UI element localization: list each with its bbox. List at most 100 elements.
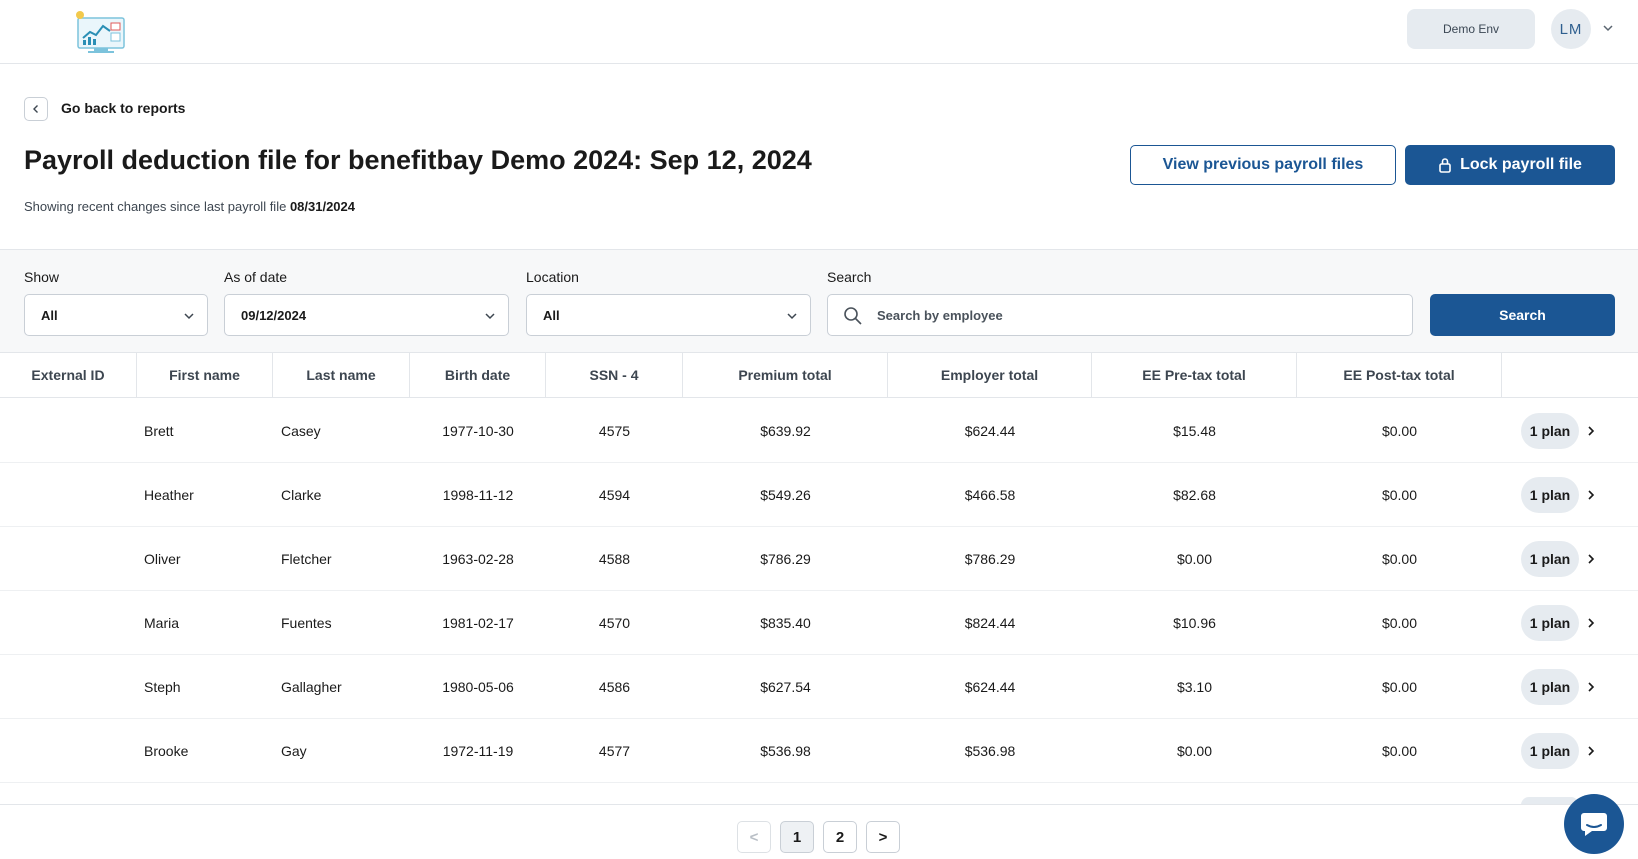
column-header-ssn-4[interactable]: SSN - 4 — [546, 353, 683, 397]
cell-external-id — [0, 463, 137, 527]
table-row[interactable]: Oliver Fletcher 1963-02-28 4588 $786.29 … — [0, 527, 1638, 591]
page-subtitle: Showing recent changes since last payrol… — [24, 199, 355, 214]
lock-payroll-file-button[interactable]: Lock payroll file — [1405, 145, 1615, 185]
cell-first-name: Heather — [144, 487, 194, 503]
plans-badge-button[interactable]: 1 plan — [1521, 413, 1579, 449]
plans-badge-button[interactable]: 1 plan — [1521, 669, 1579, 705]
plans-badge-button[interactable]: 1 plan — [1521, 477, 1579, 513]
cell-ee-post-tax-total: $0.00 — [1381, 615, 1418, 631]
location-select-value: All — [543, 307, 560, 323]
cell-employer-total: $786.29 — [964, 551, 1016, 567]
as-of-date-select[interactable]: 09/12/2024 — [224, 294, 509, 336]
column-header-birth-date[interactable]: Birth date — [410, 353, 546, 397]
cell-first-name: Maria — [144, 615, 180, 631]
cell-birth-date: 1998-11-12 — [442, 487, 514, 503]
chevron-left-icon — [33, 105, 38, 113]
table-row[interactable]: Maria Fuentes 1981-02-17 4570 $835.40 $8… — [0, 591, 1638, 655]
show-select-value: All — [41, 307, 58, 323]
cell-employer-total: $466.58 — [964, 487, 1016, 503]
chevron-down-icon — [184, 313, 194, 320]
cell-ssn-4: 4588 — [598, 551, 631, 567]
search-input[interactable]: Search by employee — [827, 294, 1413, 336]
cell-birth-date: 1972-11-19 — [442, 743, 514, 759]
cell-ee-post-tax-total: $0.00 — [1381, 423, 1418, 439]
cell-ssn-4: 4570 — [598, 615, 631, 631]
cell-employer-total: $624.44 — [964, 423, 1016, 439]
as-of-date-label: As of date — [224, 269, 288, 285]
plans-badge-button[interactable]: 1 plan — [1521, 541, 1579, 577]
table-row[interactable]: Heather Clarke 1998-11-12 4594 $549.26 $… — [0, 463, 1638, 527]
cell-birth-date: 1981-02-17 — [442, 615, 514, 631]
cell-premium-total: $786.29 — [760, 551, 811, 567]
pagination-page-2[interactable]: 2 — [823, 821, 857, 853]
column-header-ee-pre-tax-total[interactable]: EE Pre-tax total — [1092, 353, 1297, 397]
chevron-right-icon[interactable] — [1585, 745, 1597, 757]
cell-ee-post-tax-total: $0.00 — [1381, 551, 1418, 567]
table-row[interactable]: Steph Gallagher 1980-05-06 4586 $627.54 … — [0, 655, 1638, 719]
pagination-page-1[interactable]: 1 — [780, 821, 814, 853]
cell-ee-pre-tax-total: $10.96 — [1173, 615, 1216, 631]
location-select[interactable]: All — [526, 294, 811, 336]
show-filter-label: Show — [24, 269, 60, 285]
cell-last-name: Fuentes — [281, 615, 332, 631]
cell-external-id — [0, 655, 137, 719]
chevron-down-icon — [787, 313, 797, 320]
cell-ssn-4: 4586 — [598, 679, 631, 695]
view-previous-label: View previous payroll files — [1162, 156, 1364, 173]
cell-first-name: Brooke — [144, 743, 189, 759]
back-to-reports-link[interactable]: Go back to reports — [61, 100, 185, 116]
search-icon — [844, 307, 862, 325]
table-header: External ID First name Last name Birth d… — [0, 353, 1638, 398]
search-button[interactable]: Search — [1430, 294, 1615, 336]
column-header-employer-total[interactable]: Employer total — [888, 353, 1092, 397]
cell-premium-total: $835.40 — [760, 615, 811, 631]
plans-badge-button[interactable]: 1 plan — [1521, 733, 1579, 769]
chat-launcher-button[interactable] — [1564, 794, 1624, 854]
chevron-right-icon[interactable] — [1585, 489, 1597, 501]
pagination-next-button[interactable]: > — [866, 821, 900, 853]
environment-button[interactable]: Demo Env — [1407, 9, 1535, 49]
chevron-right-icon[interactable] — [1585, 425, 1597, 437]
cell-last-name: Gallagher — [281, 679, 342, 695]
search-filter-label: Search — [827, 269, 872, 285]
column-header-first-name[interactable]: First name — [137, 353, 273, 397]
show-select[interactable]: All — [24, 294, 208, 336]
cell-ee-post-tax-total: $0.00 — [1381, 679, 1418, 695]
cell-ee-post-tax-total: $0.00 — [1381, 743, 1418, 759]
subtitle-date: 08/31/2024 — [289, 199, 356, 214]
table-row[interactable]: Brooke Gay 1972-11-19 4577 $536.98 $536.… — [0, 719, 1638, 783]
cell-employer-total: $624.44 — [964, 679, 1016, 695]
chat-bubble-icon — [1581, 813, 1607, 836]
column-header-last-name[interactable]: Last name — [273, 353, 410, 397]
table-row[interactable]: Brett Casey 1977-10-30 4575 $639.92 $624… — [0, 399, 1638, 463]
cell-birth-date: 1977-10-30 — [442, 423, 514, 439]
logo-dashboard-monitor-icon[interactable] — [72, 10, 130, 56]
chevron-down-icon[interactable] — [1602, 22, 1614, 34]
cell-last-name: Clarke — [281, 487, 322, 503]
column-header-premium-total[interactable]: Premium total — [683, 353, 888, 397]
column-header-ee-post-tax-total[interactable]: EE Post-tax total — [1297, 353, 1502, 397]
cell-ee-pre-tax-total: $82.68 — [1173, 487, 1216, 503]
subtitle-text: Showing recent changes since last payrol… — [24, 199, 287, 214]
pagination-prev-button[interactable]: < — [737, 821, 771, 853]
cell-ssn-4: 4594 — [598, 487, 631, 503]
view-previous-payroll-files-button[interactable]: View previous payroll files — [1130, 145, 1396, 185]
cell-birth-date: 1963-02-28 — [442, 551, 514, 567]
chevron-down-icon — [485, 313, 495, 320]
chevron-right-icon[interactable] — [1585, 681, 1597, 693]
user-avatar[interactable]: LM — [1551, 9, 1591, 49]
cell-birth-date: 1980-05-06 — [442, 679, 514, 695]
lock-icon — [1439, 158, 1451, 173]
chevron-right-icon[interactable] — [1585, 553, 1597, 565]
back-button[interactable] — [24, 97, 48, 121]
cell-last-name: Casey — [281, 423, 321, 439]
cell-first-name: Steph — [144, 679, 181, 695]
as-of-date-value: 09/12/2024 — [241, 307, 307, 323]
cell-external-id — [0, 527, 137, 591]
cell-premium-total: $536.98 — [760, 743, 811, 759]
plans-badge-button[interactable]: 1 plan — [1521, 605, 1579, 641]
column-header-external-id[interactable]: External ID — [0, 353, 137, 397]
chevron-right-icon[interactable] — [1585, 617, 1597, 629]
pagination: < 1 2 > — [0, 804, 1638, 859]
cell-employer-total: $824.44 — [964, 615, 1016, 631]
